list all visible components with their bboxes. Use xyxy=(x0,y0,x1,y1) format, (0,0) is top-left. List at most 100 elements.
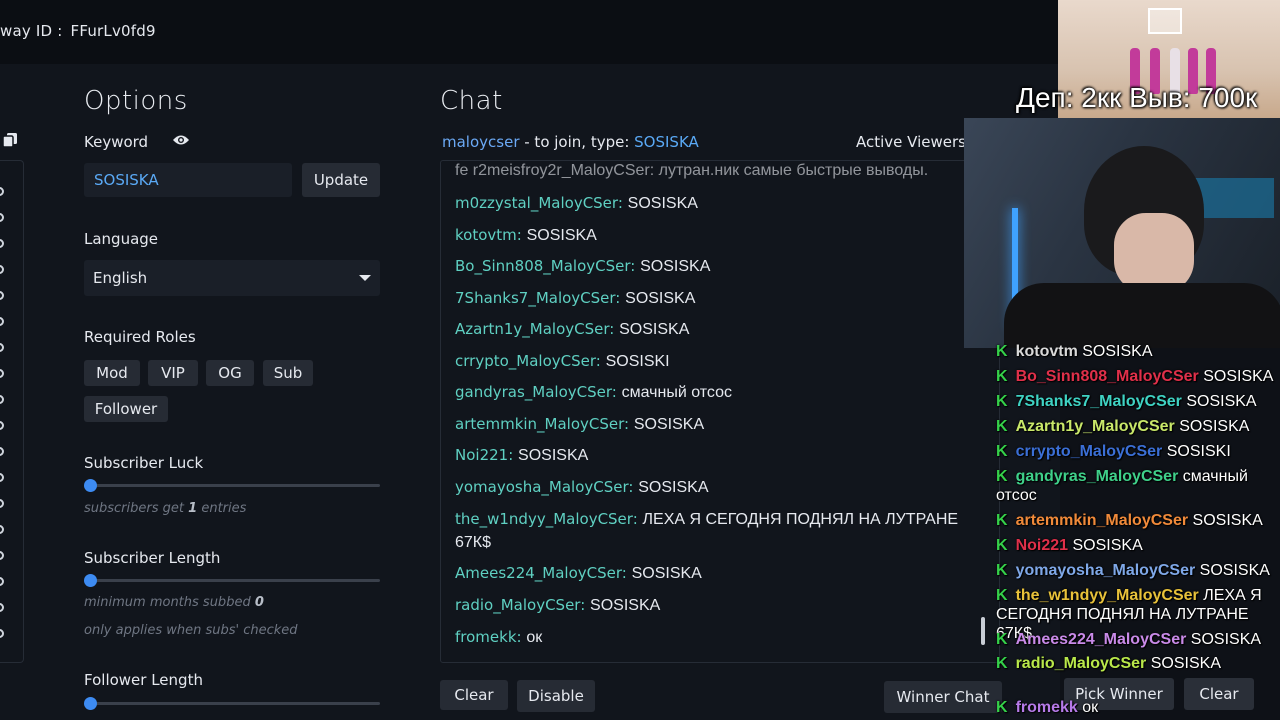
stream-chat-line: K 7Shanks7_MaloyCSer SOSISKA xyxy=(996,392,1280,411)
chat-username[interactable]: yomayosha_MaloyCSer: xyxy=(455,478,633,496)
participant-radio[interactable] xyxy=(0,317,4,326)
eye-icon[interactable] xyxy=(172,133,190,147)
participant-radio[interactable] xyxy=(0,291,4,300)
subscriber-length-slider[interactable] xyxy=(90,579,380,582)
chat-username[interactable]: gandyras_MaloyCSer: xyxy=(455,383,617,401)
chat-username[interactable]: Noi221: xyxy=(455,446,513,464)
chat-username[interactable]: 7Shanks7_MaloyCSer: xyxy=(455,289,620,307)
kick-badge-icon: K xyxy=(996,368,1008,385)
join-keyword: SOSISKA xyxy=(634,133,699,151)
stream-chat-user: Noi221 xyxy=(1015,537,1069,554)
chat-text: SOSISKA xyxy=(627,195,698,212)
stream-chat-user: gandyras_MaloyCSer xyxy=(1015,468,1179,485)
participant-radio[interactable] xyxy=(0,187,4,196)
chat-message: yomayosha_MaloyCSer: SOSISKA xyxy=(455,476,985,499)
chat-message: crrypto_MaloyCSer: SOSISKI xyxy=(455,350,985,373)
chat-message: fromekk: ок xyxy=(455,626,985,649)
participant-radio[interactable] xyxy=(0,447,4,456)
chat-scrollbar[interactable] xyxy=(981,617,985,645)
stream-chat-line: Kgandyras_MaloyCSer смачный отсос xyxy=(996,467,1280,505)
kick-badge-icon: K xyxy=(996,343,1008,360)
subscriber-length-label: Subscriber Length xyxy=(84,549,221,567)
kick-badge-icon: K xyxy=(996,587,1008,604)
participant-radio[interactable] xyxy=(0,343,4,352)
clear-chat-button[interactable]: Clear xyxy=(440,680,508,710)
participant-radio[interactable] xyxy=(0,525,4,534)
kick-badge-icon: K xyxy=(996,699,1008,716)
stream-chat-user: radio_MaloyCSer xyxy=(1015,655,1147,672)
chat-username[interactable]: crrypto_MaloyCSer: xyxy=(455,352,601,370)
role-og-toggle[interactable]: OG xyxy=(206,360,254,386)
active-viewers-tab[interactable]: Active Viewers xyxy=(856,133,966,151)
kick-badge-icon: K xyxy=(996,468,1008,485)
role-follower-toggle[interactable]: Follower xyxy=(84,396,168,422)
chat-username[interactable]: fromekk: xyxy=(455,628,522,646)
stream-chat-text: SOSISKA xyxy=(1190,631,1262,648)
deposit-withdraw-overlay: Деп: 2кк Выв: 700к xyxy=(1016,82,1258,113)
participant-radio[interactable] xyxy=(0,421,4,430)
chat-message: gandyras_MaloyCSer: смачный отсос xyxy=(455,381,985,404)
participant-radio[interactable] xyxy=(0,265,4,274)
chat-message: Noi221: SOSISKA xyxy=(455,444,985,467)
participant-radio[interactable] xyxy=(0,551,4,560)
stream-chat-line: Kartemmkin_MaloyCSer SOSISKA xyxy=(996,511,1280,530)
chat-username[interactable]: Bo_Sinn808_MaloyCSer: xyxy=(455,257,635,275)
chat-text: SOSISKA xyxy=(590,597,661,614)
stream-chat-user: crrypto_MaloyCSer xyxy=(1015,443,1163,460)
language-label: Language xyxy=(84,230,159,248)
disable-button[interactable]: Disable xyxy=(517,680,595,712)
winner-chat-button[interactable]: Winner Chat xyxy=(884,681,1002,713)
follower-length-handle[interactable] xyxy=(84,697,97,710)
participant-radio[interactable] xyxy=(0,577,4,586)
stream-chat-user: artemmkin_MaloyCSer xyxy=(1015,512,1189,529)
chat-username[interactable]: m0zzystal_MaloyCSer: xyxy=(455,194,623,212)
participant-radio[interactable] xyxy=(0,629,4,638)
subscriber-luck-handle[interactable] xyxy=(84,479,97,492)
streamer-webcam xyxy=(964,118,1280,348)
chat-text: SOSISKA xyxy=(638,479,709,496)
kick-badge-icon: K xyxy=(996,393,1008,410)
participant-radio[interactable] xyxy=(0,603,4,612)
participant-radio[interactable] xyxy=(0,239,4,248)
chat-message: Bo_Sinn808_MaloyCSer: SOSISKA xyxy=(455,255,985,278)
participant-radio[interactable] xyxy=(0,473,4,482)
stream-chat-line: Kfromekk ок xyxy=(996,698,1280,717)
role-sub-toggle[interactable]: Sub xyxy=(263,360,313,386)
role-vip-toggle[interactable]: VIP xyxy=(148,360,198,386)
language-select[interactable]: English xyxy=(84,260,380,296)
chat-log[interactable]: fe r2meisfroy2r_MaloyCSer: лутран.ник са… xyxy=(440,160,1000,663)
chat-text: ок xyxy=(526,629,543,646)
chat-message: radio_MaloyCSer: SOSISKA xyxy=(455,594,985,617)
stream-chat-line: K Noi221 SOSISKA xyxy=(996,536,1280,555)
chat-message: Azartn1y_MaloyCSer: SOSISKA xyxy=(455,318,985,341)
giveaway-id-value: FFurLv0fd9 xyxy=(70,22,156,40)
follower-length-slider[interactable] xyxy=(90,702,380,705)
chat-username[interactable]: the_w1ndyy_MaloyCSer: xyxy=(455,510,638,528)
participant-radio[interactable] xyxy=(0,369,4,378)
stream-chat-text: SOSISKA xyxy=(1082,343,1153,360)
role-mod-toggle[interactable]: Mod xyxy=(84,360,140,386)
kick-badge-icon: K xyxy=(996,537,1008,554)
copy-icon[interactable] xyxy=(2,132,18,148)
chat-message-partial: fe r2meisfroy2r_MaloyCSer: лутран.ник са… xyxy=(455,162,929,179)
subscriber-luck-slider[interactable] xyxy=(90,484,380,487)
chat-username[interactable]: radio_MaloyCSer: xyxy=(455,596,585,614)
subscriber-length-note: only applies when subs' checked xyxy=(84,623,298,638)
channel-name[interactable]: maloycser xyxy=(442,133,519,151)
subscriber-length-handle[interactable] xyxy=(84,574,97,587)
top-bar: way ID : FFurLv0fd9 xyxy=(0,0,1060,64)
participant-rail xyxy=(0,160,24,663)
chat-username[interactable]: Amees224_MaloyCSer: xyxy=(455,564,627,582)
keyword-input[interactable] xyxy=(84,163,292,197)
stream-chat-line: Kcrrypto_MaloyCSer SOSISKI xyxy=(996,442,1280,461)
update-button[interactable]: Update xyxy=(302,163,380,197)
chat-message: m0zzystal_MaloyCSer: SOSISKA xyxy=(455,192,985,215)
participant-radio[interactable] xyxy=(0,213,4,222)
participant-radio[interactable] xyxy=(0,499,4,508)
chat-username[interactable]: artemmkin_MaloyCSer: xyxy=(455,415,629,433)
chat-text: SOSISKI xyxy=(605,353,670,370)
participant-radio[interactable] xyxy=(0,395,4,404)
kick-badge-icon: K xyxy=(996,631,1008,648)
chat-username[interactable]: Azartn1y_MaloyCSer: xyxy=(455,320,614,338)
chat-username[interactable]: kotovtm: xyxy=(455,226,522,244)
